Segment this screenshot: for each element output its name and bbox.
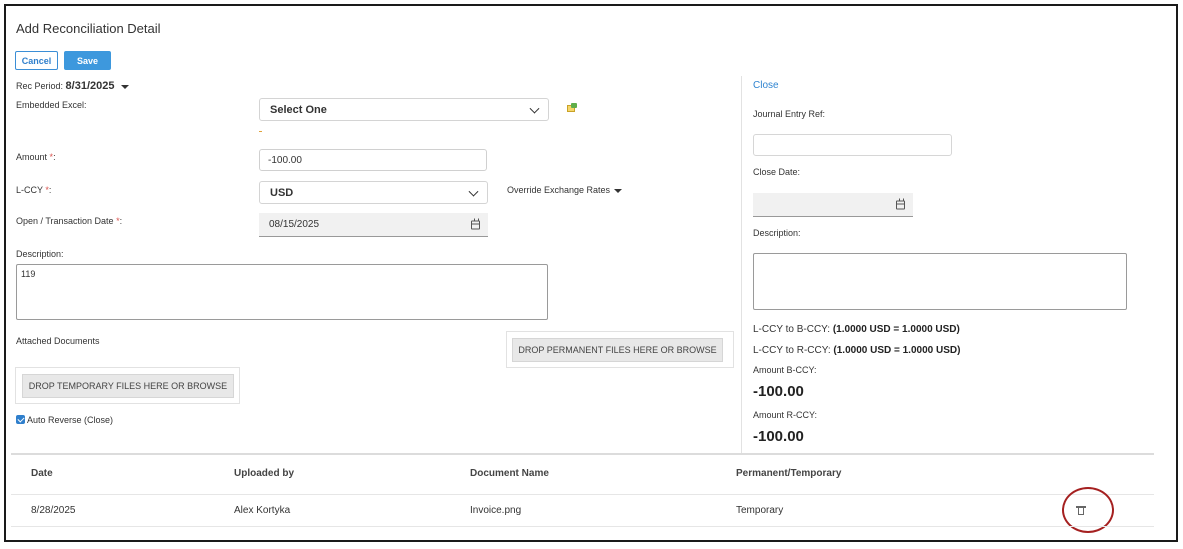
cell-date: 8/28/2025 xyxy=(31,505,76,516)
description-textarea[interactable]: 119 xyxy=(16,264,548,320)
close-link[interactable]: Close xyxy=(753,80,779,91)
chevron-down-icon xyxy=(468,186,479,197)
rec-period-value: 8/31/2025 xyxy=(65,80,115,92)
amount-field[interactable]: -100.00 xyxy=(259,149,487,171)
embedded-excel-value: Select One xyxy=(270,103,327,116)
column-header-date[interactable]: Date xyxy=(31,468,53,479)
close-date-field[interactable] xyxy=(753,193,913,217)
close-description-label: Description: xyxy=(753,228,801,238)
rec-period-label: Rec Period: xyxy=(16,81,64,91)
column-header-permanent-temporary[interactable]: Permanent/Temporary xyxy=(736,468,841,479)
drop-permanent-button[interactable]: DROP PERMANENT FILES HERE OR BROWSE xyxy=(512,338,723,362)
auto-reverse-checkbox[interactable] xyxy=(16,415,25,424)
calendar-icon[interactable] xyxy=(896,198,905,209)
divider xyxy=(259,131,262,132)
amount-rccy-label: Amount R-CCY: xyxy=(753,410,818,420)
lccy-to-rccy-rate: L-CCY to R-CCY: (1.0000 USD = 1.0000 USD… xyxy=(753,345,961,356)
caret-down-icon xyxy=(614,188,623,193)
embedded-excel-label: Embedded Excel: xyxy=(16,100,87,110)
amount-rccy-value: -100.00 xyxy=(753,428,804,445)
journal-entry-ref-field[interactable] xyxy=(753,134,952,156)
open-date-field[interactable]: 08/15/2025 xyxy=(259,213,488,237)
amount-label: Amount *: xyxy=(16,152,56,162)
journal-entry-ref-label: Journal Entry Ref: xyxy=(753,109,826,119)
close-description-textarea[interactable] xyxy=(753,253,1127,310)
row-divider xyxy=(11,494,1154,495)
override-exchange-rates[interactable]: Override Exchange Rates xyxy=(507,185,623,195)
cell-document-name[interactable]: Invoice.png xyxy=(470,505,521,516)
description-label: Description: xyxy=(16,249,64,259)
lccy-select[interactable]: USD xyxy=(259,181,488,204)
column-header-uploaded-by[interactable]: Uploaded by xyxy=(234,468,294,479)
cell-type: Temporary xyxy=(736,505,784,516)
lccy-to-bccy-rate: L-CCY to B-CCY: (1.0000 USD = 1.0000 USD… xyxy=(753,324,960,335)
cancel-button[interactable]: Cancel xyxy=(15,51,58,70)
drop-temporary-button[interactable]: DROP TEMPORARY FILES HERE OR BROWSE xyxy=(22,374,234,398)
embedded-excel-select[interactable]: Select One xyxy=(259,98,549,121)
amount-bccy-label: Amount B-CCY: xyxy=(753,365,817,375)
rec-period[interactable]: Rec Period: 8/31/2025 xyxy=(16,80,129,92)
cell-uploaded-by: Alex Kortyka xyxy=(234,505,291,516)
row-divider xyxy=(11,526,1154,527)
excel-icon[interactable] xyxy=(566,103,577,113)
close-date-label: Close Date: xyxy=(753,167,801,177)
table-divider xyxy=(11,453,1154,455)
amount-bccy-value: -100.00 xyxy=(753,383,804,400)
caret-down-icon[interactable] xyxy=(121,84,129,89)
save-button[interactable]: Save xyxy=(64,51,111,70)
lccy-label: L-CCY *: xyxy=(16,185,52,195)
column-header-document-name[interactable]: Document Name xyxy=(470,468,549,479)
auto-reverse-label: Auto Reverse (Close) xyxy=(27,415,114,425)
chevron-down-icon xyxy=(529,103,540,114)
calendar-icon[interactable] xyxy=(471,218,480,229)
vertical-divider xyxy=(741,76,742,454)
attached-documents-label: Attached Documents xyxy=(16,336,100,346)
lccy-value: USD xyxy=(270,186,294,199)
page-title: Add Reconciliation Detail xyxy=(16,21,161,36)
open-date-label: Open / Transaction Date *: xyxy=(16,216,123,226)
